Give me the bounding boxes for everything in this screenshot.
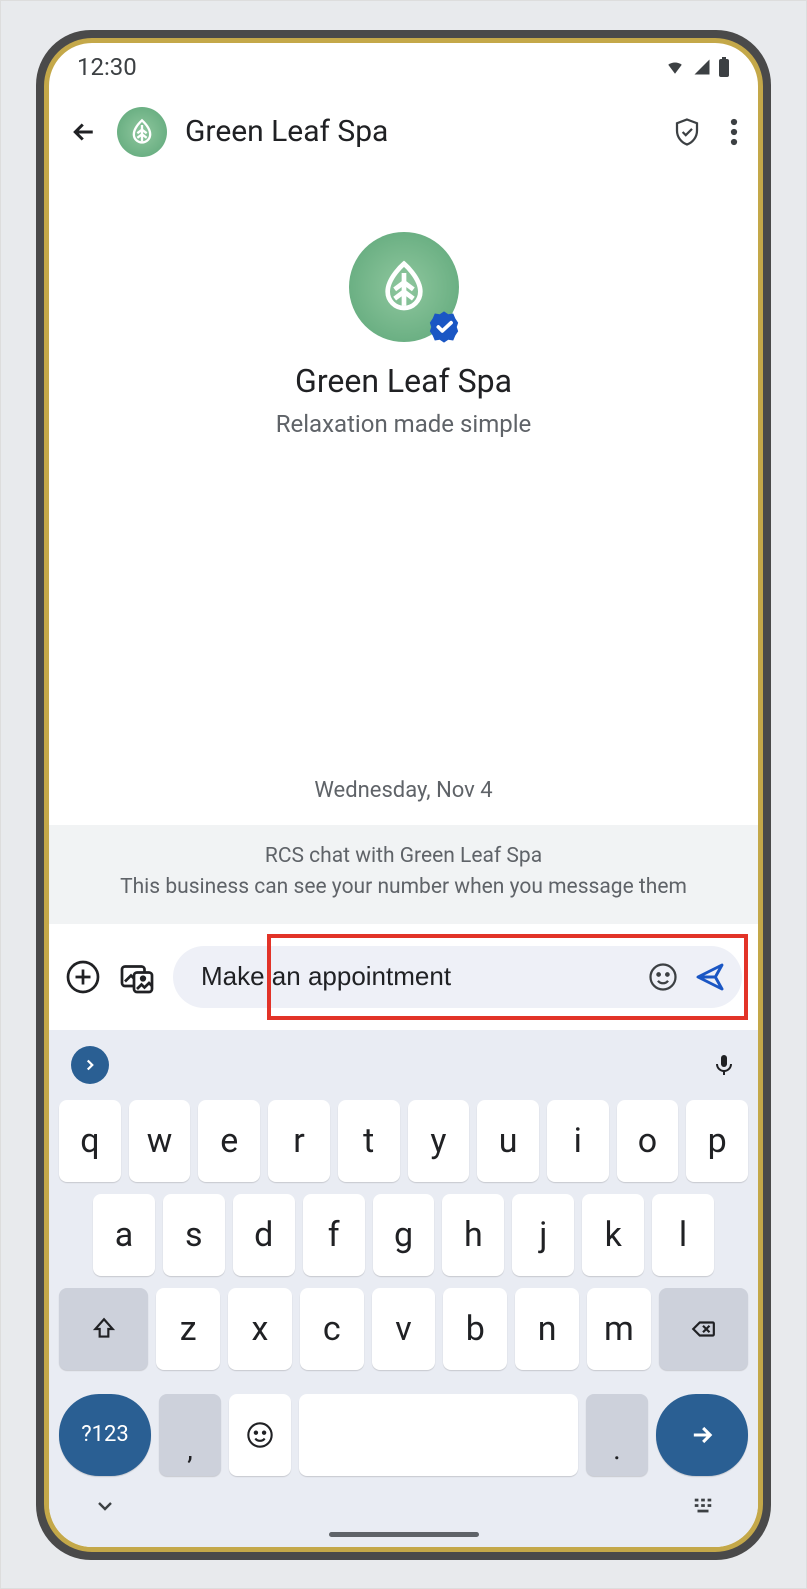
- keyboard-grid-icon[interactable]: [692, 1495, 714, 1517]
- verified-shield-icon[interactable]: [672, 117, 702, 147]
- comma-key[interactable]: ,: [159, 1394, 221, 1476]
- conversation-header: Green Leaf Spa: [49, 91, 758, 177]
- emoji-icon[interactable]: [648, 962, 678, 992]
- key-o[interactable]: o: [617, 1100, 679, 1182]
- key-s[interactable]: s: [163, 1194, 225, 1276]
- conversation-content: Green Leaf Spa Relaxation made simple We…: [49, 177, 758, 1030]
- compose-row: [49, 924, 758, 1030]
- key-z[interactable]: z: [156, 1288, 220, 1370]
- key-k[interactable]: k: [582, 1194, 644, 1276]
- send-icon[interactable]: [694, 961, 726, 993]
- key-n[interactable]: n: [515, 1288, 579, 1370]
- key-t[interactable]: t: [338, 1100, 400, 1182]
- signal-icon: [692, 58, 712, 76]
- wifi-icon: [664, 58, 686, 76]
- conversation-title[interactable]: Green Leaf Spa: [185, 114, 654, 149]
- home-indicator[interactable]: [329, 1532, 479, 1537]
- back-icon[interactable]: [69, 117, 99, 147]
- key-q[interactable]: q: [59, 1100, 121, 1182]
- phone-frame: 12:30 Green Leaf Spa: [36, 30, 771, 1560]
- keyboard-row-1: q w e r t y u i o p: [59, 1100, 748, 1182]
- rcs-info-banner: RCS chat with Green Leaf Spa This busine…: [49, 825, 758, 924]
- more-options-icon[interactable]: [730, 117, 738, 147]
- status-icons: [664, 57, 730, 77]
- soft-keyboard: q w e r t y u i o p a s d f g h: [49, 1030, 758, 1547]
- battery-icon: [718, 57, 730, 77]
- status-time: 12:30: [77, 53, 137, 81]
- key-r[interactable]: r: [268, 1100, 330, 1182]
- keyboard-emoji-key[interactable]: [229, 1394, 291, 1476]
- collapse-keyboard-icon[interactable]: [93, 1494, 117, 1518]
- gallery-icon[interactable]: [119, 959, 155, 995]
- shift-key[interactable]: [59, 1288, 148, 1370]
- key-m[interactable]: m: [587, 1288, 651, 1370]
- key-i[interactable]: i: [547, 1100, 609, 1182]
- mic-icon[interactable]: [712, 1051, 736, 1079]
- key-y[interactable]: y: [408, 1100, 470, 1182]
- key-d[interactable]: d: [233, 1194, 295, 1276]
- contact-name: Green Leaf Spa: [295, 362, 512, 400]
- contact-avatar-small[interactable]: [117, 107, 167, 157]
- key-c[interactable]: c: [300, 1288, 364, 1370]
- key-x[interactable]: x: [228, 1288, 292, 1370]
- keyboard-nav-bar: [59, 1476, 748, 1524]
- info-line-2: This business can see your number when y…: [73, 872, 734, 904]
- key-j[interactable]: j: [512, 1194, 574, 1276]
- key-e[interactable]: e: [198, 1100, 260, 1182]
- key-u[interactable]: u: [477, 1100, 539, 1182]
- message-input[interactable]: [201, 961, 632, 992]
- keyboard-expand-icon[interactable]: [71, 1046, 109, 1084]
- keyboard-toolbar: [59, 1042, 748, 1100]
- key-v[interactable]: v: [372, 1288, 436, 1370]
- key-h[interactable]: h: [442, 1194, 504, 1276]
- period-key[interactable]: .: [586, 1394, 648, 1476]
- enter-key[interactable]: [656, 1394, 748, 1476]
- info-line-1: RCS chat with Green Leaf Spa: [73, 841, 734, 873]
- contact-profile-block: Green Leaf Spa Relaxation made simple: [49, 177, 758, 438]
- key-a[interactable]: a: [93, 1194, 155, 1276]
- phone-screen: 12:30 Green Leaf Spa: [44, 38, 763, 1552]
- status-bar: 12:30: [49, 43, 758, 91]
- space-key[interactable]: [299, 1394, 578, 1476]
- add-attachment-icon[interactable]: [65, 959, 101, 995]
- verified-badge-icon: [427, 310, 461, 344]
- key-l[interactable]: l: [652, 1194, 714, 1276]
- backspace-key[interactable]: [659, 1288, 748, 1370]
- compose-input-wrap: [173, 946, 742, 1008]
- contact-avatar-large-wrap[interactable]: [349, 232, 459, 342]
- key-f[interactable]: f: [303, 1194, 365, 1276]
- key-b[interactable]: b: [443, 1288, 507, 1370]
- contact-tagline: Relaxation made simple: [276, 410, 532, 438]
- keyboard-row-3: z x c v b n m: [59, 1288, 748, 1370]
- keyboard-row-2: a s d f g h j k l: [59, 1194, 748, 1276]
- key-p[interactable]: p: [686, 1100, 748, 1182]
- key-g[interactable]: g: [373, 1194, 435, 1276]
- date-separator: Wednesday, Nov 4: [49, 760, 758, 825]
- key-w[interactable]: w: [129, 1100, 191, 1182]
- keyboard-row-4: ?123 , .: [59, 1394, 748, 1476]
- symbols-key[interactable]: ?123: [59, 1394, 151, 1476]
